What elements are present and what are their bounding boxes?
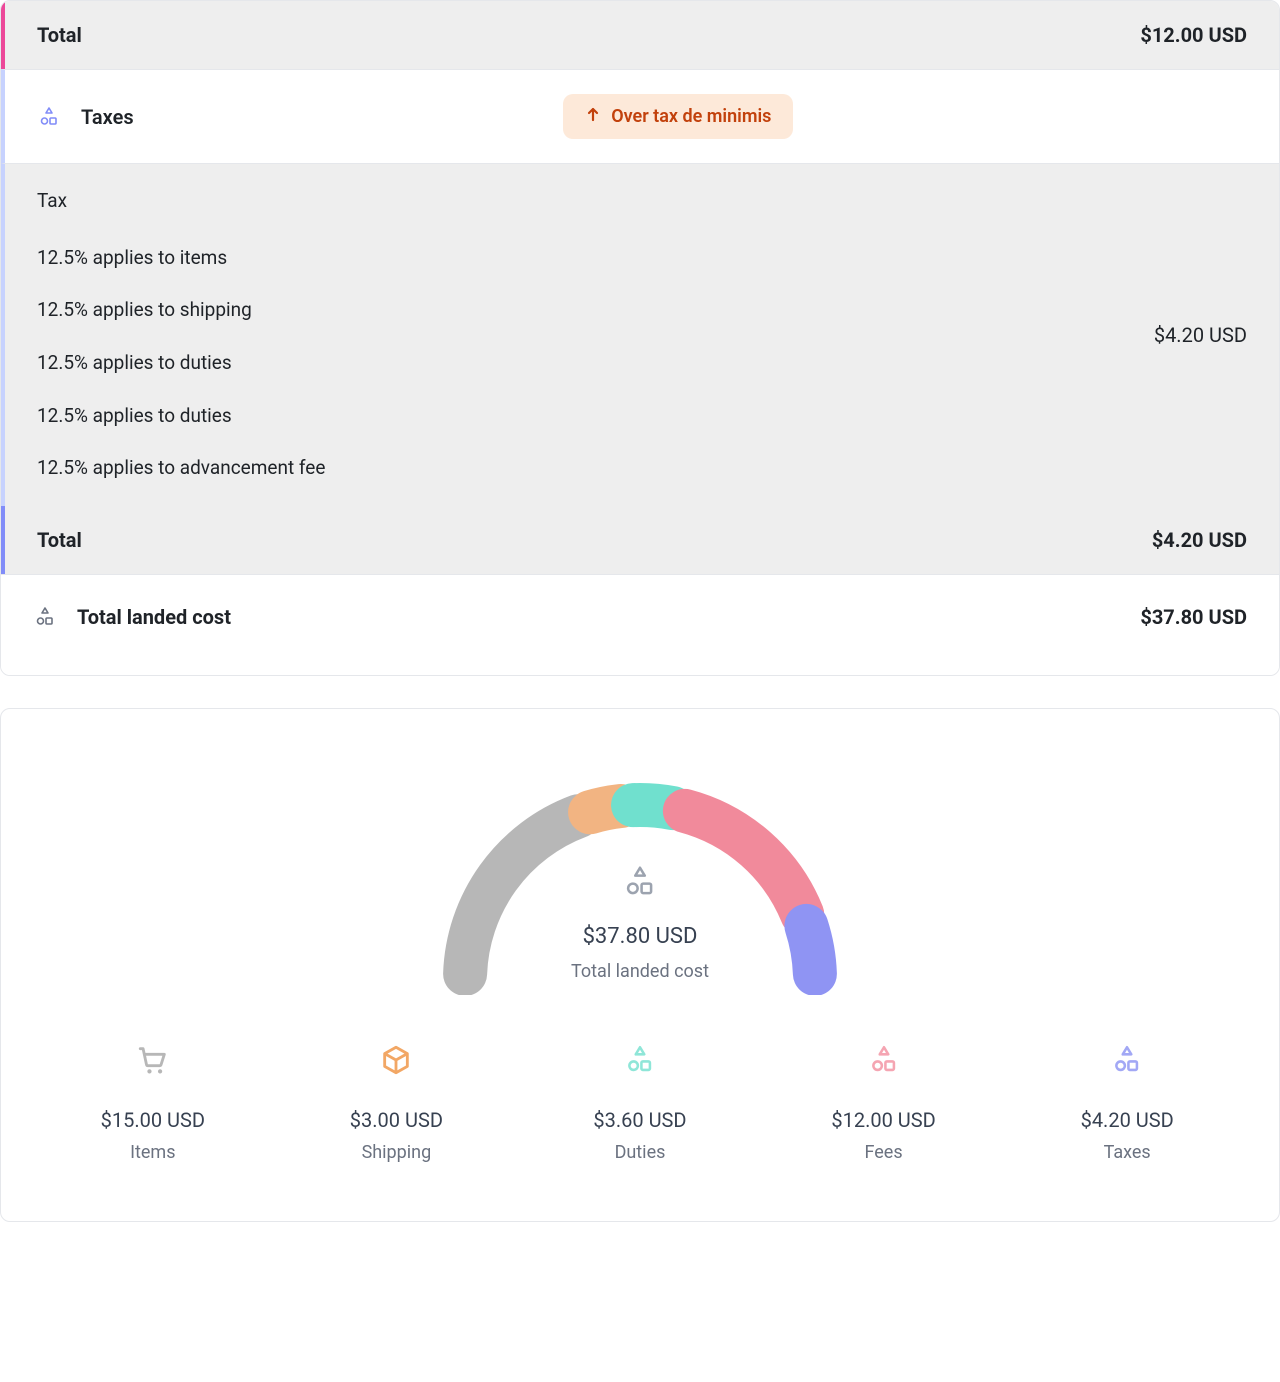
tax-badge-text: Over tax de minimis	[611, 104, 771, 129]
tax-line: 12.5% applies to duties	[37, 350, 325, 377]
legend-item-items: $15.00 USD Items	[41, 1043, 265, 1165]
legend-item-duties: $3.60 USD Duties	[528, 1043, 752, 1165]
landed-cost-amount: $37.80 USD	[1140, 603, 1247, 631]
legend-label: Shipping	[285, 1140, 509, 1165]
gauge-center: $37.80 USD Total landed cost	[420, 863, 860, 984]
shapes-icon	[528, 1043, 752, 1084]
shapes-icon	[37, 105, 61, 129]
box-icon	[285, 1043, 509, 1084]
legend-item-taxes: $4.20 USD Taxes	[1015, 1043, 1239, 1165]
fees-total-amount: $12.00 USD	[1140, 21, 1247, 49]
legend-label: Taxes	[1015, 1140, 1239, 1165]
taxes-header-row[interactable]: Taxes Over tax de minimis	[1, 69, 1279, 164]
legend-label: Duties	[528, 1140, 752, 1165]
tax-detail-block: Tax 12.5% applies to items 12.5% applies…	[1, 164, 1279, 506]
tax-line: 12.5% applies to duties	[37, 403, 325, 430]
cost-breakdown-card: Total $12.00 USD Taxes Over tax de minim…	[0, 0, 1280, 676]
legend-item-fees: $12.00 USD Fees	[772, 1043, 996, 1165]
total-landed-cost-row: Total landed cost $37.80 USD	[1, 574, 1279, 675]
legend-label: Items	[41, 1140, 265, 1165]
landed-cost-label: Total landed cost	[77, 603, 231, 631]
tax-total-amount: $4.20 USD	[1152, 526, 1247, 554]
shapes-icon	[772, 1043, 996, 1084]
legend-item-shipping: $3.00 USD Shipping	[285, 1043, 509, 1165]
legend: $15.00 USD Items $3.00 USD Shipping	[41, 1043, 1239, 1165]
shapes-icon	[33, 605, 57, 629]
shapes-icon	[420, 863, 860, 908]
cart-icon	[41, 1043, 265, 1084]
legend-amount: $15.00 USD	[41, 1106, 265, 1134]
tax-line: 12.5% applies to advancement fee	[37, 455, 325, 482]
fees-total-label: Total	[37, 21, 82, 49]
legend-amount: $3.00 USD	[285, 1106, 509, 1134]
tax-line: 12.5% applies to shipping	[37, 297, 325, 324]
tax-total-label: Total	[37, 526, 82, 554]
gauge-chart: $37.80 USD Total landed cost	[41, 765, 1239, 995]
taxes-header-label: Taxes	[81, 103, 134, 131]
tax-detail-lines: Tax 12.5% applies to items 12.5% applies…	[37, 188, 325, 482]
tax-de-minimis-badge: Over tax de minimis	[563, 94, 793, 139]
gauge-center-amount: $37.80 USD	[420, 922, 860, 953]
summary-card: $37.80 USD Total landed cost $15.00 USD …	[0, 708, 1280, 1222]
tax-detail-amount: $4.20 USD	[1154, 321, 1247, 349]
tax-detail-title: Tax	[37, 188, 325, 215]
legend-amount: $3.60 USD	[528, 1106, 752, 1134]
legend-amount: $4.20 USD	[1015, 1106, 1239, 1134]
gauge-center-label: Total landed cost	[420, 959, 860, 984]
arrow-up-icon	[585, 104, 601, 129]
legend-amount: $12.00 USD	[772, 1106, 996, 1134]
fees-total-row: Total $12.00 USD	[1, 1, 1279, 69]
tax-total-row: Total $4.20 USD	[1, 506, 1279, 574]
tax-line: 12.5% applies to items	[37, 245, 325, 272]
legend-label: Fees	[772, 1140, 996, 1165]
shapes-icon	[1015, 1043, 1239, 1084]
